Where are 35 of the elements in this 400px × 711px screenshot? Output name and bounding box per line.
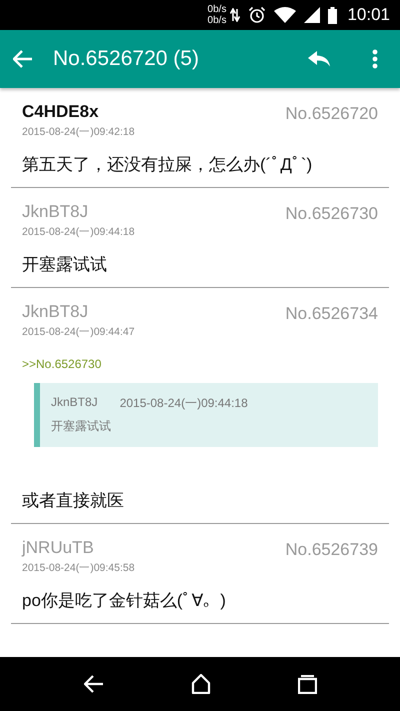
reply-icon[interactable] bbox=[308, 51, 330, 67]
post-number: No.6526739 bbox=[285, 540, 378, 560]
wifi-icon bbox=[274, 7, 296, 23]
alarm-icon bbox=[248, 6, 266, 24]
quote-author: JknBT8J bbox=[51, 395, 98, 411]
author-name: JknBT8J bbox=[22, 202, 90, 222]
post-content: 开塞露试试 bbox=[22, 254, 108, 276]
post-content: po你是吃了金针菇么(ﾟ∀。) bbox=[22, 590, 227, 612]
network-speed: 0b/s bbox=[208, 15, 226, 26]
more-options-icon[interactable] bbox=[372, 49, 378, 69]
clock: 10:01 bbox=[347, 5, 390, 25]
author-name: jNRUuTB bbox=[22, 538, 95, 558]
post-date: 2015-08-24(一)09:45:58 bbox=[22, 561, 135, 575]
reply-link[interactable]: >>No.6526730 bbox=[22, 357, 102, 371]
post-number: No.6526720 bbox=[285, 104, 378, 124]
signal-icon bbox=[304, 7, 320, 23]
post-number: No.6526734 bbox=[285, 304, 378, 324]
quote-date: 2015-08-24(一)09:44:18 bbox=[120, 395, 248, 412]
battery-icon bbox=[328, 6, 338, 24]
recent-apps-icon[interactable] bbox=[298, 674, 316, 694]
author-name: C4HDE8x bbox=[22, 102, 100, 122]
post-date: 2015-08-24(一)09:42:18 bbox=[22, 125, 135, 139]
author-name: JknBT8J bbox=[22, 302, 90, 322]
quote-text: 开塞露试试 bbox=[51, 418, 111, 435]
back-icon[interactable] bbox=[84, 675, 104, 693]
toolbar-title: No.6526720 (5) bbox=[53, 47, 200, 71]
post-date: 2015-08-24(一)09:44:18 bbox=[22, 225, 135, 239]
post-content: 第五天了，还没有拉屎，怎么办(´ﾟДﾟ`) bbox=[22, 154, 314, 176]
network-speed: 0b/s bbox=[208, 4, 226, 15]
home-icon[interactable] bbox=[190, 674, 210, 694]
data-transfer-icon bbox=[230, 8, 240, 22]
post-number: No.6526730 bbox=[285, 204, 378, 224]
back-arrow-icon[interactable] bbox=[13, 50, 33, 68]
post-content: 或者直接就医 bbox=[22, 490, 125, 512]
post-date: 2015-08-24(一)09:44:47 bbox=[22, 325, 135, 339]
